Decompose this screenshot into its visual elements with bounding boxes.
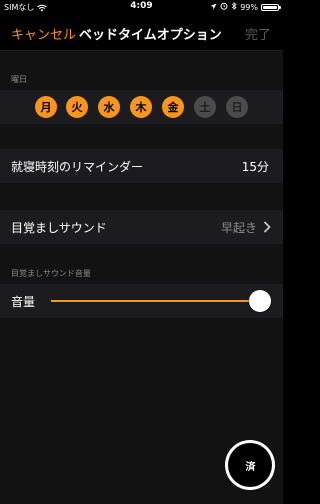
reminder-row[interactable]: 就寝時刻のリマインダー 15分	[0, 149, 283, 183]
days-section-header: 曜日	[11, 75, 27, 84]
day-toggle-tue[interactable]: 火	[66, 96, 88, 118]
chevron-right-icon	[262, 219, 272, 233]
volume-label: 音量	[11, 295, 36, 309]
reminder-label: 就寝時刻のリマインダー	[11, 160, 144, 174]
watermark-logo: 済	[225, 440, 275, 490]
reminder-value: 15分	[241, 160, 269, 174]
page-title: ベッドタイムオプション	[79, 28, 222, 43]
volume-section-header: 目覚ましサウンド音量	[11, 269, 91, 278]
day-toggle-thu[interactable]: 木	[130, 96, 152, 118]
status-right: 99%	[210, 1, 281, 12]
day-toggle-mon[interactable]: 月	[35, 96, 57, 118]
bluetooth-icon	[231, 1, 237, 12]
location-icon	[210, 3, 217, 12]
days-row: 月 火 水 木 金 土 日	[0, 90, 283, 124]
alarm-icon	[220, 2, 228, 12]
watermark-text: 済	[228, 443, 272, 487]
volume-row: 音量	[0, 284, 283, 318]
wake-sound-row[interactable]: 目覚ましサウンド 早起き	[0, 210, 283, 244]
volume-slider-thumb[interactable]	[249, 290, 271, 312]
day-toggle-sun[interactable]: 日	[226, 96, 248, 118]
volume-slider-track[interactable]	[51, 300, 261, 302]
battery-percentage: 99%	[240, 2, 258, 12]
navigation-bar: キャンセル ベッドタイムオプション 完了	[0, 14, 283, 51]
day-toggle-fri[interactable]: 金	[162, 96, 184, 118]
battery-icon	[261, 3, 281, 11]
status-bar: SIMなし 4:09 99%	[0, 0, 283, 14]
day-toggle-sat[interactable]: 土	[194, 96, 216, 118]
wake-sound-label: 目覚ましサウンド	[11, 221, 107, 235]
day-toggle-wed[interactable]: 水	[98, 96, 120, 118]
wake-sound-value: 早起き	[220, 221, 257, 235]
cancel-button[interactable]: キャンセル	[11, 24, 76, 43]
done-button[interactable]: 完了	[245, 24, 271, 43]
